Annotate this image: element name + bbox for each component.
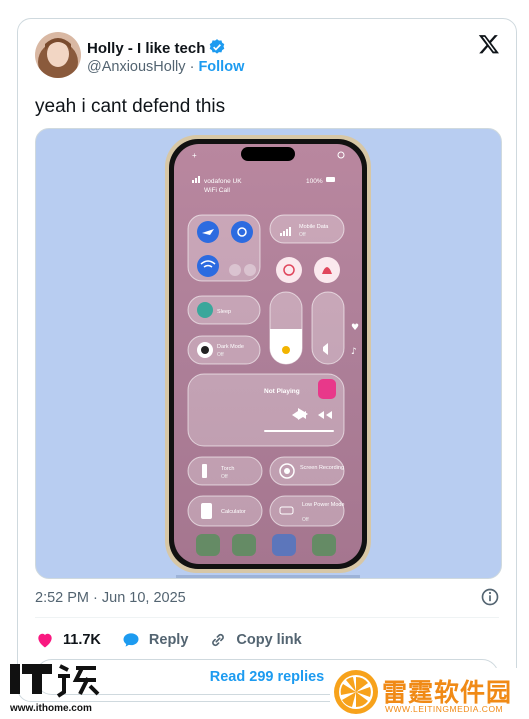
verified-badge-icon [208, 38, 226, 60]
follow-button[interactable]: Follow [198, 59, 244, 75]
author-name[interactable]: Holly - I like tech [87, 38, 226, 60]
handle[interactable]: @AnxiousHolly [87, 59, 186, 75]
now-playing-label: Not Playing [264, 388, 300, 395]
copy-link-button[interactable]: Copy link [208, 630, 302, 650]
low-power-label: Low Power Mode [302, 502, 345, 508]
screen-recording-label: Screen Recording [300, 465, 344, 471]
action-bar: 11.7K Reply Copy link [35, 628, 322, 652]
reply-label: Reply [148, 632, 189, 648]
svg-text:+: + [192, 151, 197, 160]
tweet-media-image[interactable]: + vodafone UK WiFi Call 100% Mobile Data… [35, 128, 502, 579]
handle-row: @AnxiousHolly · Follow [87, 59, 245, 75]
svg-text:♥: ♥ [351, 323, 359, 333]
torch-label: Torch [221, 466, 234, 472]
x-logo-icon[interactable] [478, 33, 500, 60]
sleep-label: Sleep [217, 309, 231, 315]
mobile-data-state: Off [299, 232, 306, 238]
ithome-url: www.ithome.com [10, 703, 92, 714]
low-power-state: Off [302, 517, 309, 523]
svg-text:♪: ♪ [351, 347, 357, 357]
phone-screenshot: + vodafone UK WiFi Call 100% Mobile Data… [165, 135, 371, 578]
ithome-logo [10, 660, 102, 707]
battery-label: 100% [306, 178, 323, 185]
wifi-call-label: WiFi Call [204, 187, 231, 194]
reply-icon [123, 633, 139, 647]
mobile-data-label: Mobile Data [299, 224, 329, 230]
heart-icon [38, 633, 52, 648]
dark-mode-state: Off [217, 352, 224, 358]
copy-link-label: Copy link [236, 632, 302, 648]
like-button[interactable]: 11.7K [35, 630, 101, 650]
carrier-label: vodafone UK [204, 178, 242, 185]
tweet-timestamp[interactable]: 2:52 PM · Jun 10, 2025 [35, 590, 186, 606]
tweet-card: Holly - I like tech @AnxiousHolly · Foll… [17, 18, 517, 702]
info-icon[interactable] [480, 587, 500, 612]
reply-button[interactable]: Reply [121, 630, 189, 650]
leiting-url: WWW.LEITINGMEDIA.COM [385, 704, 504, 714]
leiting-watermark: 雷霆软件园 WWW.LEITINGMEDIA.COM [330, 668, 527, 718]
like-count: 11.7K [63, 632, 101, 648]
calculator-label: Calculator [221, 509, 246, 515]
dark-mode-label: Dark Mode [217, 344, 244, 350]
avatar[interactable] [35, 32, 81, 78]
link-icon [212, 633, 225, 647]
tweet-text: yeah i cant defend this [35, 96, 226, 117]
divider [35, 617, 499, 618]
read-replies-label: Read 299 replies [209, 669, 325, 685]
torch-state: Off [221, 474, 228, 480]
orange-slice-logo-icon [334, 670, 378, 714]
